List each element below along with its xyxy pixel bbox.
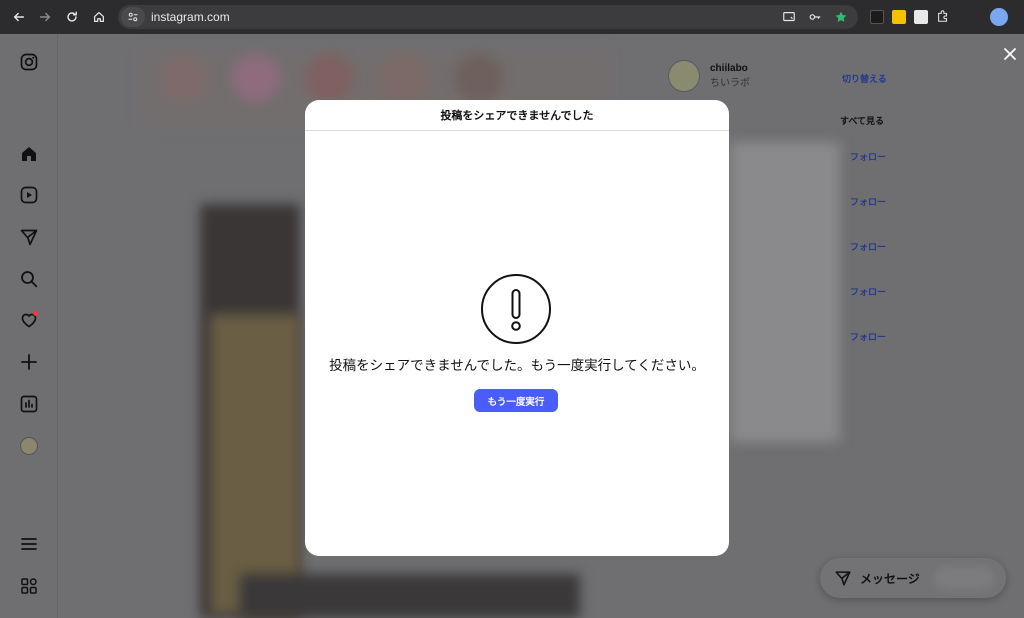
dialog-header: 投稿をシェアできませんでした [305, 100, 729, 131]
bookmark-star-icon[interactable] [832, 8, 850, 26]
left-sidebar [0, 34, 58, 618]
suggestion-card-blurred [730, 142, 840, 442]
extension-icon-3[interactable] [914, 10, 928, 24]
profile-avatar-icon[interactable] [990, 8, 1008, 26]
story-avatar-3 [306, 54, 354, 102]
arrow-right-icon [39, 12, 51, 22]
feed-post-footer-blurred [240, 574, 580, 618]
story-avatar-5 [455, 54, 503, 102]
profile-avatar[interactable] [17, 434, 41, 458]
extension-icon-1[interactable] [870, 10, 884, 24]
notifications-icon[interactable] [17, 308, 41, 332]
direct-icon[interactable] [17, 225, 41, 249]
reels-icon[interactable] [17, 183, 41, 207]
direct-icon [835, 571, 851, 586]
share-error-dialog: 投稿をシェアできませんでした 投稿をシェアできませんでした。もう一度実行してくだ… [305, 100, 729, 556]
close-modal-button[interactable] [1000, 44, 1020, 64]
switch-account-link[interactable]: 切り替える [842, 72, 887, 85]
story-avatar-1 [160, 54, 208, 102]
reload-icon [67, 11, 77, 22]
threads-icon[interactable] [17, 574, 41, 598]
forward-button[interactable] [32, 4, 58, 30]
menu-icon[interactable] [17, 532, 41, 556]
account-avatar[interactable] [668, 60, 700, 92]
extensions-puzzle-icon[interactable] [936, 8, 950, 27]
account-username: chiilabo [710, 63, 748, 74]
arrow-left-icon [13, 12, 25, 22]
error-message: 投稿をシェアできませんでした。もう一度実行してください。 [329, 358, 705, 373]
close-icon [1004, 48, 1016, 60]
follow-button[interactable]: フォロー [850, 240, 886, 253]
instagram-icon[interactable] [17, 50, 41, 74]
reload-button[interactable] [59, 4, 85, 30]
address-bar[interactable]: instagram.com [118, 5, 858, 29]
retry-button[interactable]: もう一度実行 [474, 389, 558, 412]
key-icon[interactable] [806, 8, 824, 26]
messages-label: メッセージ [860, 571, 920, 586]
feed-post-image-blurred [210, 314, 300, 614]
back-button[interactable] [6, 4, 32, 30]
home-button[interactable] [86, 4, 112, 30]
insights-icon[interactable] [17, 392, 41, 416]
story-avatar-2 [232, 54, 280, 102]
follow-button[interactable]: フォロー [850, 150, 886, 163]
follow-button[interactable]: フォロー [850, 285, 886, 298]
extension-keep-icon[interactable] [892, 10, 906, 24]
home-icon[interactable] [17, 142, 41, 166]
story-avatar-4 [380, 54, 428, 102]
follow-button[interactable]: フォロー [850, 195, 886, 208]
create-icon[interactable] [17, 350, 41, 374]
current-account[interactable]: chiilabo ちいラボ [668, 60, 750, 92]
url-text: instagram.com [151, 10, 230, 24]
extensions-area [870, 7, 950, 27]
dialog-title: 投稿をシェアできませんでした [440, 110, 594, 122]
site-settings-icon[interactable] [121, 7, 145, 27]
alert-icon [481, 274, 551, 344]
account-display-name: ちいラボ [710, 78, 750, 89]
cast-icon[interactable] [780, 8, 798, 26]
see-all-link[interactable]: すべて見る [840, 114, 884, 127]
house-icon [94, 12, 104, 22]
search-icon[interactable] [17, 267, 41, 291]
browser-toolbar: instagram.com [0, 0, 1024, 34]
messages-button[interactable]: メッセージ [820, 558, 1006, 598]
follow-button[interactable]: フォロー [850, 330, 886, 343]
messages-avatars-blurred [934, 566, 994, 590]
